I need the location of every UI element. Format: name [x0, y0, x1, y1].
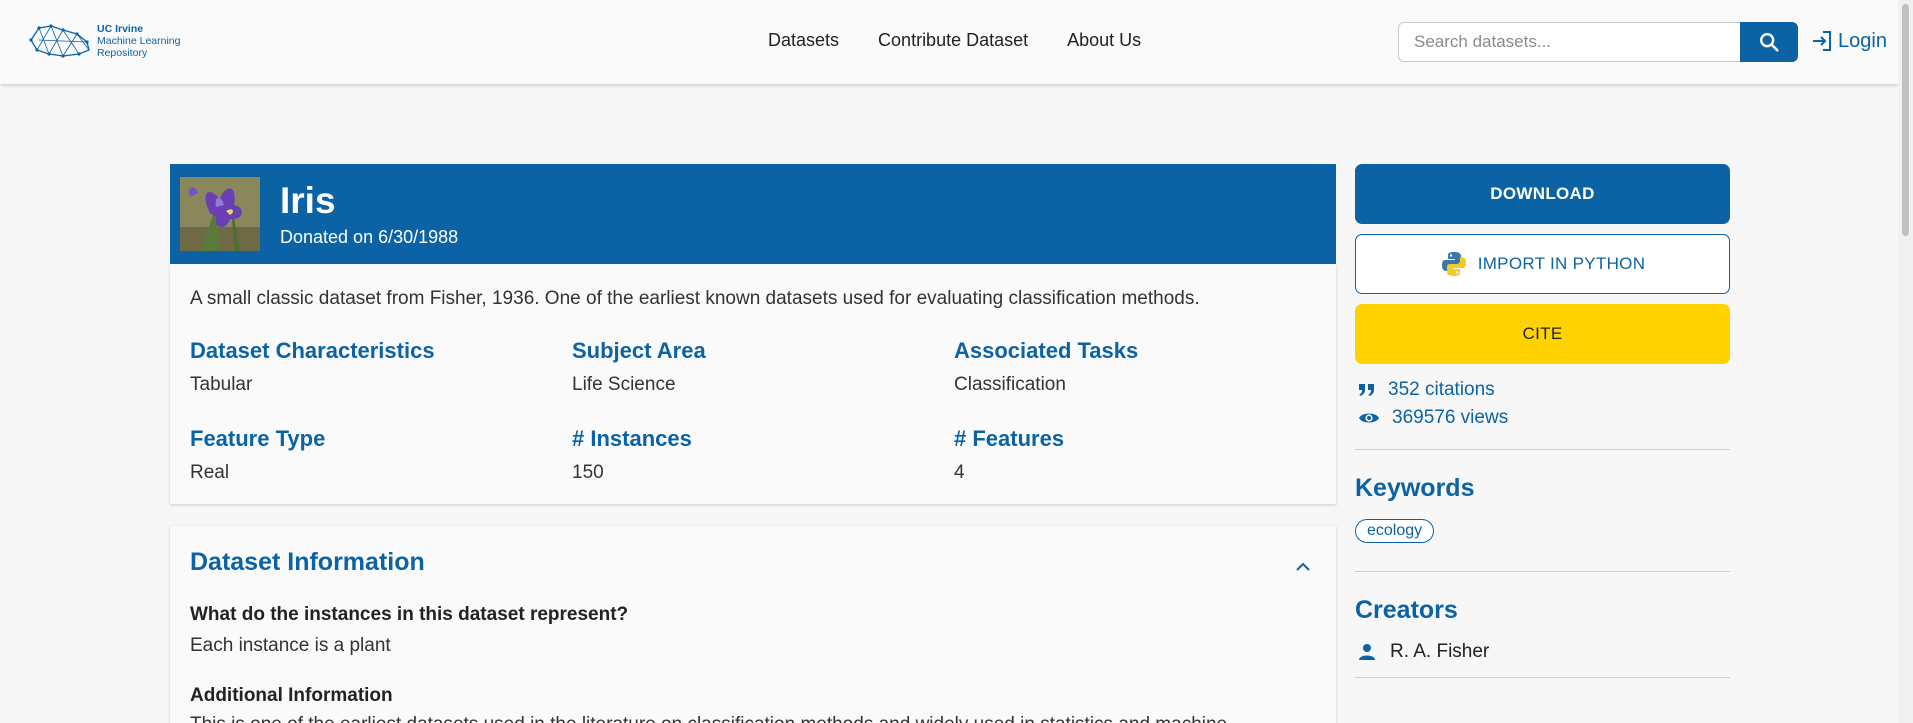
- char-value: Life Science: [572, 374, 676, 395]
- logo-line-1: UC Irvine: [97, 23, 144, 35]
- dataset-header: Iris Donated on 6/30/1988: [170, 164, 1336, 264]
- sidebar-divider: [1355, 677, 1730, 678]
- sidebar-divider: [1355, 571, 1730, 572]
- creator-name: R. A. Fisher: [1390, 641, 1490, 662]
- nav-contribute-dataset[interactable]: Contribute Dataset: [878, 30, 1028, 51]
- info-question-2: Additional Information: [190, 685, 393, 706]
- char-features: # Features 4: [954, 426, 1320, 484]
- search-bar: [1398, 22, 1798, 62]
- views-count: 369576 views: [1392, 407, 1509, 428]
- char-label: # Features: [954, 426, 1065, 451]
- views-stat: 369576 views: [1355, 407, 1730, 429]
- main-nav: Datasets Contribute Dataset About Us: [768, 30, 1141, 51]
- nav-datasets[interactable]: Datasets: [768, 30, 839, 51]
- keyword-chip[interactable]: ecology: [1355, 519, 1435, 543]
- uci-logo[interactable]: UC Irvine Machine Learning Repository: [29, 20, 189, 62]
- donated-date: Donated on 6/30/1988: [280, 227, 459, 247]
- char-value: Real: [190, 462, 230, 483]
- char-label: Subject Area: [572, 338, 706, 363]
- characteristics-grid: Dataset Characteristics Tabular Subject …: [190, 338, 1320, 484]
- login-link[interactable]: Login: [1810, 29, 1887, 53]
- sidebar-divider: [1355, 449, 1730, 450]
- chevron-up-icon: [1296, 562, 1310, 571]
- person-icon: [1359, 644, 1375, 660]
- char-subject-area: Subject Area Life Science: [572, 338, 954, 396]
- char-dataset-characteristics: Dataset Characteristics Tabular: [190, 338, 572, 396]
- iris-flower-image: [180, 177, 260, 251]
- info-answer-1: Each instance is a plant: [190, 635, 391, 656]
- char-value: 150: [572, 462, 604, 483]
- quote-icon: [1359, 384, 1374, 396]
- creators-heading: Creators: [1355, 596, 1458, 624]
- eye-icon: [1359, 413, 1379, 423]
- collapse-toggle[interactable]: [1292, 556, 1314, 578]
- top-navbar: UC Irvine Machine Learning Repository Da…: [0, 0, 1898, 84]
- nav-about-us[interactable]: About Us: [1067, 30, 1141, 51]
- dataset-thumbnail: [180, 177, 260, 251]
- anteater-logo-icon: [29, 24, 90, 58]
- creator-item: R. A. Fisher: [1355, 641, 1730, 663]
- info-answer-2: This is one of the earliest datasets use…: [190, 714, 1227, 723]
- logo-line-3: Repository: [97, 47, 148, 59]
- char-label: Feature Type: [190, 426, 326, 451]
- keywords-heading: Keywords: [1355, 474, 1475, 502]
- search-input[interactable]: [1398, 22, 1740, 62]
- import-in-python-button[interactable]: IMPORT IN PYTHON: [1355, 234, 1730, 294]
- login-icon: [1813, 31, 1831, 51]
- keywords-list: ecology: [1355, 519, 1730, 543]
- import-label: IMPORT IN PYTHON: [1477, 254, 1646, 273]
- login-label: Login: [1838, 29, 1887, 52]
- download-button[interactable]: DOWNLOAD: [1355, 164, 1730, 224]
- dataset-information-section: Dataset Information What do the instance…: [170, 526, 1336, 723]
- char-value: Tabular: [190, 374, 253, 395]
- dataset-title: Iris: [280, 180, 336, 221]
- char-associated-tasks: Associated Tasks Classification: [954, 338, 1320, 396]
- dataset-sidebar: DOWNLOAD IMPORT IN PYTHON CITE 352 citat…: [1355, 164, 1730, 678]
- logo-line-2: Machine Learning: [97, 35, 181, 47]
- info-question-1: What do the instances in this dataset re…: [190, 604, 629, 625]
- search-button[interactable]: [1740, 22, 1798, 62]
- search-icon: [1760, 33, 1779, 52]
- dataset-description: A small classic dataset from Fisher, 193…: [190, 288, 1200, 309]
- citations-count: 352 citations: [1388, 379, 1495, 400]
- dataset-summary-card: A small classic dataset from Fisher, 193…: [170, 264, 1336, 504]
- char-value: 4: [954, 462, 965, 483]
- char-instances: # Instances 150: [572, 426, 954, 484]
- cite-button[interactable]: CITE: [1355, 304, 1730, 364]
- python-icon: [1441, 252, 1466, 276]
- char-feature-type: Feature Type Real: [190, 426, 572, 484]
- char-value: Classification: [954, 374, 1066, 395]
- info-section-title[interactable]: Dataset Information: [190, 548, 425, 577]
- logo-text: UC Irvine Machine Learning Repository: [97, 23, 180, 59]
- page-scrollbar[interactable]: [1898, 0, 1913, 723]
- char-label: # Instances: [572, 426, 692, 451]
- char-label: Associated Tasks: [954, 338, 1139, 363]
- citations-stat[interactable]: 352 citations: [1355, 379, 1730, 401]
- char-label: Dataset Characteristics: [190, 338, 435, 363]
- scrollbar-thumb[interactable]: [1902, 4, 1909, 236]
